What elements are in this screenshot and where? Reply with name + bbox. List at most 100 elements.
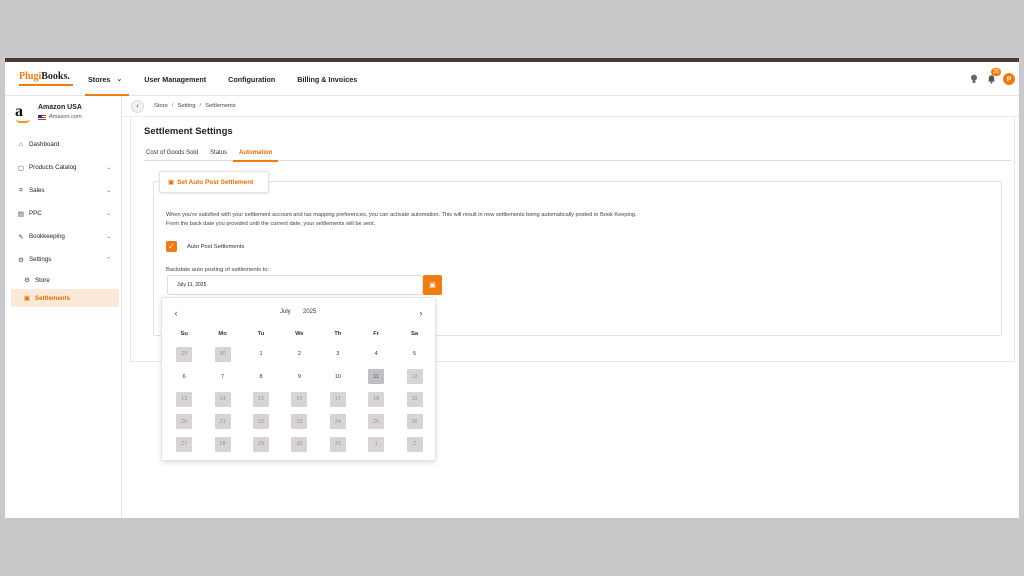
datepicker-day-number: 1 bbox=[368, 436, 385, 452]
sidebar-item-ppc[interactable]: ▤ PPC ⌄ bbox=[11, 202, 119, 225]
auto-post-checkbox[interactable]: ✓ bbox=[166, 241, 177, 252]
nav-stores[interactable]: Stores ⌄ bbox=[77, 62, 133, 96]
datepicker-day-number: 18 bbox=[368, 391, 385, 407]
app-window: PlugiBooks. Stores ⌄ User Management Conf… bbox=[5, 58, 1019, 518]
auto-post-checkbox-row: ✓ Auto Post Settlements bbox=[166, 241, 244, 252]
datepicker-day[interactable]: 6 bbox=[165, 366, 203, 389]
sidebar-item-settlements[interactable]: ▣ Settlements bbox=[11, 289, 119, 307]
chevron-left-icon[interactable]: ‹ bbox=[170, 306, 182, 320]
datepicker-year[interactable]: 2025 bbox=[303, 309, 316, 315]
datepicker-day-number: 6 bbox=[182, 373, 186, 380]
set-auto-post-settlement-button[interactable]: ▣ Set Auto Post Settlement bbox=[159, 171, 269, 193]
tab-status[interactable]: Status bbox=[208, 145, 229, 161]
datepicker-day-disabled: 16 bbox=[280, 388, 318, 411]
notification-count-badge: 26 bbox=[991, 68, 1001, 76]
sidebar-item-label: Settlements bbox=[35, 294, 71, 302]
weekday-header: Su Mo Tu We Th Fr Sa bbox=[165, 331, 434, 337]
sidebar-item-dashboard[interactable]: ⌂ Dashboard bbox=[11, 133, 119, 156]
datepicker-month[interactable]: July bbox=[280, 309, 291, 315]
datepicker-day-number: 20 bbox=[176, 414, 193, 430]
lightbulb-icon[interactable] bbox=[969, 74, 979, 84]
backdate-date-input[interactable]: July 11, 2025 bbox=[167, 275, 423, 295]
datepicker-day-disabled: 12 bbox=[395, 366, 433, 389]
datepicker-day-disabled: 29 bbox=[165, 343, 203, 366]
sidebar-item-label: Bookkeeping bbox=[29, 233, 65, 240]
datepicker-day-disabled: 20 bbox=[165, 411, 203, 434]
datepicker-week-row: 6 7 8 9 10 11 12 bbox=[165, 366, 434, 389]
tab-automation[interactable]: Automation bbox=[233, 145, 279, 162]
sidebar-item-sales[interactable]: ⌗ Sales ⌄ bbox=[11, 179, 119, 202]
chevron-down-icon: ⌄ bbox=[106, 210, 111, 217]
notification-bell-icon[interactable]: 26 bbox=[985, 68, 1001, 85]
nav-user-management[interactable]: User Management bbox=[133, 62, 217, 96]
breadcrumb-store[interactable]: Store bbox=[154, 103, 168, 109]
weekday-label: Tu bbox=[257, 331, 265, 337]
auto-post-checkbox-label: Auto Post Settlements bbox=[187, 243, 245, 250]
datepicker-day-disabled: 26 bbox=[395, 411, 433, 434]
datepicker-day-disabled: 30 bbox=[280, 433, 318, 456]
sidebar-item-label: PPC bbox=[29, 210, 42, 217]
datepicker-day-number: 17 bbox=[329, 391, 346, 407]
datepicker-popup: ‹ July 2025 › Su Mo Tu We Th Fr Sa 29 30 1… bbox=[161, 297, 436, 461]
datepicker-day[interactable]: 2 bbox=[280, 343, 318, 366]
datepicker-day-disabled: 24 bbox=[319, 411, 357, 434]
datepicker-day-number: 2 bbox=[297, 351, 301, 358]
store-domain-row: Amazon.com bbox=[38, 114, 82, 120]
datepicker-day[interactable]: 9 bbox=[280, 366, 318, 389]
chevron-right-icon[interactable]: › bbox=[415, 306, 427, 320]
nav-label: User Management bbox=[144, 74, 207, 84]
datepicker-day-number: 1 bbox=[259, 351, 263, 358]
datepicker-day[interactable]: 1 bbox=[242, 343, 280, 366]
datepicker-day[interactable]: 7 bbox=[203, 366, 241, 389]
datepicker-day-number: 10 bbox=[334, 373, 341, 380]
logo-underline bbox=[19, 84, 73, 86]
weekday-label: Mo bbox=[218, 331, 227, 337]
description-line-1: When you're satisfied with your settleme… bbox=[166, 212, 637, 218]
breadcrumb-setting[interactable]: Setting bbox=[177, 103, 195, 109]
datepicker-day-number: 4 bbox=[374, 351, 378, 358]
datepicker-day[interactable]: 10 bbox=[319, 366, 357, 389]
sidebar-item-store[interactable]: ⚙ Store bbox=[11, 271, 119, 289]
sidebar-item-products-catalog[interactable]: ▢ Products Catalog ⌄ bbox=[11, 156, 119, 179]
datepicker-week-row: 13 14 15 16 17 18 19 bbox=[165, 388, 434, 411]
datepicker-day-selected[interactable]: 11 bbox=[357, 366, 395, 389]
datepicker-day[interactable]: 4 bbox=[357, 343, 395, 366]
breadcrumb-settlements: Settlements bbox=[205, 103, 236, 109]
backdate-label: Backdate auto posting of settlements to: bbox=[166, 267, 270, 273]
nav-billing-invoices[interactable]: Billing & Invoices bbox=[286, 62, 368, 96]
sidebar-item-label: Sales bbox=[29, 187, 45, 194]
settings-tabs: Cost of Goods Sold Status Automation bbox=[144, 145, 1011, 162]
datepicker-week-row: 29 30 1 2 3 4 5 bbox=[165, 343, 434, 366]
datepicker-day[interactable]: 8 bbox=[242, 366, 280, 389]
nav-configuration[interactable]: Configuration bbox=[217, 62, 286, 96]
app-logo[interactable]: PlugiBooks. bbox=[19, 71, 73, 86]
datepicker-day-number: 26 bbox=[406, 414, 423, 430]
sidebar-item-label: Store bbox=[35, 276, 50, 284]
calendar-toggle-button[interactable]: ▣ bbox=[423, 275, 442, 295]
back-arrow-icon[interactable]: ‹ bbox=[131, 99, 144, 113]
weekday-label: Su bbox=[180, 331, 188, 337]
datepicker-day-disabled: 27 bbox=[165, 433, 203, 456]
sidebar: a Amazon USA Amazon.com ⌂ Dashboard ▢ Prod… bbox=[5, 97, 122, 518]
datepicker-day-disabled: 23 bbox=[280, 411, 318, 434]
datepicker-day-disabled: 25 bbox=[357, 411, 395, 434]
sidebar-item-label: Products Catalog bbox=[29, 164, 77, 171]
weekday-label: We bbox=[295, 331, 304, 337]
datepicker-day[interactable]: 3 bbox=[319, 343, 357, 366]
datepicker-day-number: 24 bbox=[329, 414, 346, 430]
tab-cost-of-goods-sold[interactable]: Cost of Goods Sold bbox=[144, 145, 200, 161]
sidebar-item-bookkeeping[interactable]: ✎ Bookkeeping ⌄ bbox=[11, 225, 119, 248]
datepicker-day-number: 19 bbox=[406, 391, 423, 407]
store-selector[interactable]: a Amazon USA Amazon.com bbox=[11, 102, 119, 126]
datepicker-day-number: 11 bbox=[368, 369, 385, 385]
datepicker-day[interactable]: 5 bbox=[395, 343, 433, 366]
user-avatar[interactable]: P bbox=[1003, 73, 1015, 85]
datepicker-day-number: 25 bbox=[368, 414, 385, 430]
datepicker-day-disabled: 21 bbox=[203, 411, 241, 434]
datepicker-day-number: 28 bbox=[214, 436, 231, 452]
datepicker-day-number: 30 bbox=[214, 346, 231, 362]
sidebar-item-settings[interactable]: ⚙ Settings ⌃ bbox=[11, 248, 119, 271]
chevron-down-icon: ⌄ bbox=[106, 187, 111, 194]
datepicker-header: ‹ July 2025 › bbox=[162, 306, 435, 320]
breadcrumb: Store / Setting / Settlements bbox=[154, 103, 236, 109]
